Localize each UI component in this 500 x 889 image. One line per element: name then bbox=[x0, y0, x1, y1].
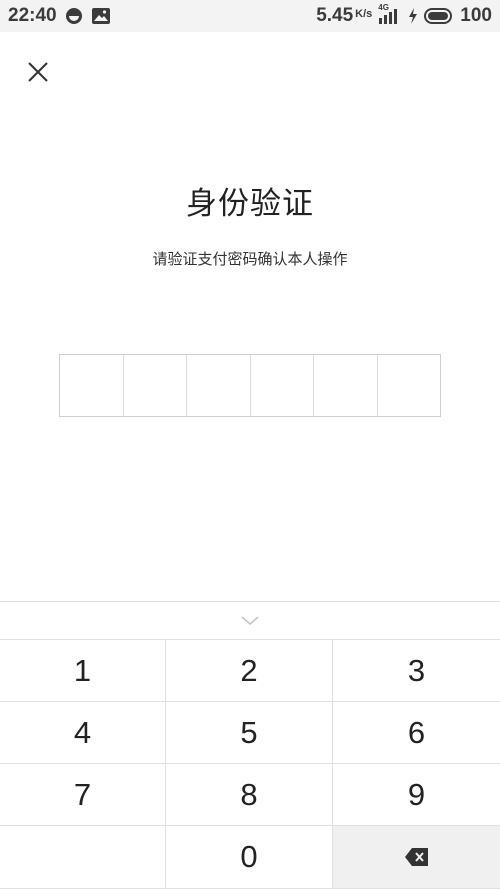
battery-level: 100 bbox=[460, 5, 492, 26]
close-button[interactable] bbox=[22, 56, 54, 88]
pin-digit-box[interactable] bbox=[187, 355, 251, 416]
backspace-icon bbox=[404, 848, 428, 866]
key-2[interactable]: 2 bbox=[166, 640, 333, 702]
key-blank bbox=[0, 826, 166, 889]
image-notification-icon bbox=[91, 7, 111, 25]
notification-app-icon bbox=[65, 7, 83, 25]
key-7[interactable]: 7 bbox=[0, 764, 166, 826]
pin-digit-box[interactable] bbox=[251, 355, 314, 416]
signal-icon: 4G bbox=[378, 3, 402, 25]
delete-button[interactable] bbox=[333, 826, 500, 889]
key-6[interactable]: 6 bbox=[333, 702, 500, 764]
network-speed: 5.45 K/s bbox=[316, 5, 373, 26]
chevron-down-icon bbox=[241, 616, 259, 625]
close-icon bbox=[28, 62, 48, 82]
pin-input[interactable] bbox=[59, 354, 441, 417]
pin-digit-box[interactable] bbox=[378, 355, 441, 416]
status-bar-left: 22:40 bbox=[8, 5, 119, 27]
pin-digit-box[interactable] bbox=[314, 355, 378, 416]
page-subtitle: 请验证支付密码确认本人操作 bbox=[152, 250, 348, 268]
key-1[interactable]: 1 bbox=[0, 640, 166, 702]
network-type: 4G bbox=[378, 3, 389, 12]
key-4[interactable]: 4 bbox=[0, 702, 166, 764]
key-0[interactable]: 0 bbox=[166, 826, 333, 889]
keypad-collapse-button[interactable] bbox=[0, 601, 500, 640]
charging-icon bbox=[408, 7, 418, 25]
battery-icon bbox=[424, 8, 454, 24]
key-5[interactable]: 5 bbox=[166, 702, 333, 764]
key-9[interactable]: 9 bbox=[333, 764, 500, 826]
status-bar-right: 5.45 K/s 4G 100 bbox=[310, 3, 492, 27]
pin-digit-box[interactable] bbox=[124, 355, 187, 416]
key-3[interactable]: 3 bbox=[333, 640, 500, 702]
pin-digit-box[interactable] bbox=[60, 355, 124, 416]
network-speed-unit: K/s bbox=[355, 8, 373, 20]
numeric-keypad: 1 2 3 4 5 6 7 8 9 0 bbox=[0, 639, 500, 889]
status-time: 22:40 bbox=[8, 5, 57, 26]
page-title: 身份验证 bbox=[186, 186, 314, 222]
key-8[interactable]: 8 bbox=[166, 764, 333, 826]
status-bar: 22:40 5.45 K/s 4G 100 bbox=[0, 0, 500, 32]
